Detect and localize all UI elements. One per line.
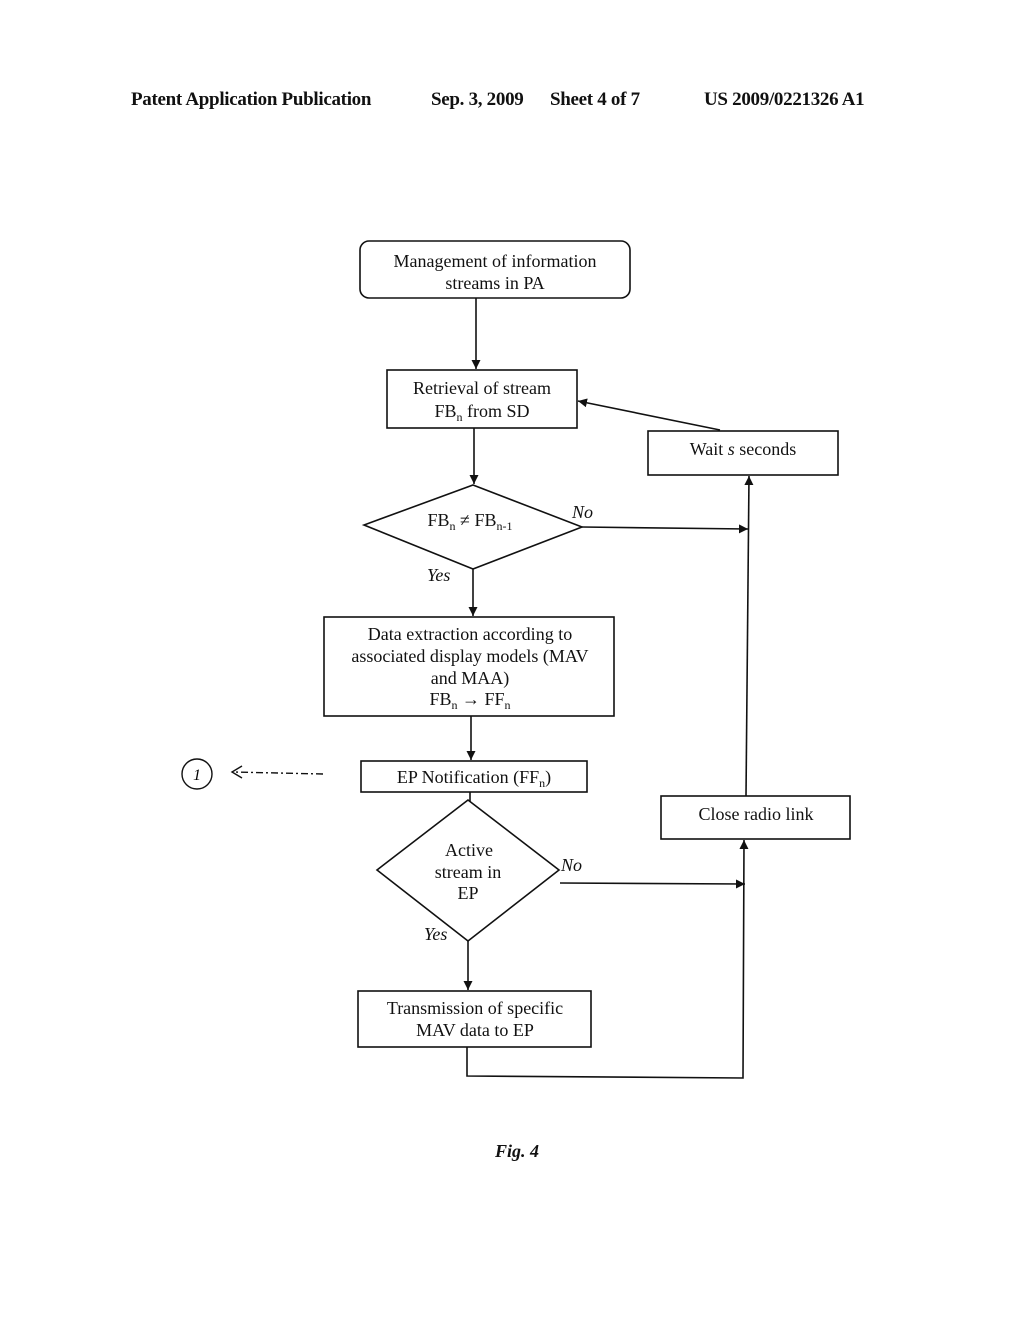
node-notification-text: EP Notification (FFn): [397, 767, 551, 790]
node-close-radio-text: Close radio link: [699, 804, 814, 824]
node-extraction-line1: Data extraction according to: [368, 624, 572, 644]
node-extraction: Data extraction according to associated …: [323, 616, 615, 717]
node-transmission-line1: Transmission of specific: [387, 998, 563, 1018]
edge-wait-retrieval: [577, 398, 721, 431]
node-management-line1: Management of information: [394, 251, 597, 271]
node-extraction-formula: FBn → FFn: [429, 689, 510, 712]
node-transmission-line2: MAV data to EP: [416, 1020, 534, 1040]
connector-1-label: 1: [193, 767, 201, 784]
edge-decision1-no: [581, 524, 749, 534]
node-transmission: Transmission of specific MAV data to EP: [357, 990, 592, 1048]
edge-decision2-no: [559, 879, 746, 889]
node-decision-active: Active stream in EP: [375, 798, 561, 943]
edge-label-d2-yes: Yes: [424, 924, 447, 944]
decision-active-line1: Active: [445, 840, 493, 860]
connector-1: 1: [181, 758, 213, 790]
edge-notification-connector: [231, 771, 324, 775]
node-decision-changed: FBn ≠ FBn-1: [361, 484, 585, 570]
node-retrieval-line1: Retrieval of stream: [413, 378, 551, 398]
node-wait-text: Wait s seconds: [690, 439, 797, 459]
node-wait: Wait s seconds: [647, 430, 839, 476]
edge-label-d1-no: No: [571, 502, 593, 522]
node-notification: EP Notification (FFn): [360, 760, 588, 793]
node-management: Management of information streams in PA: [359, 240, 631, 299]
node-close-radio: Close radio link: [660, 795, 851, 840]
node-extraction-line3: and MAA): [431, 668, 510, 689]
node-retrieval: Retrieval of stream FBn from SD: [386, 369, 578, 429]
edge-label-d1-yes: Yes: [427, 565, 450, 585]
figure-caption: Fig. 4: [494, 1141, 539, 1161]
edge-label-d2-no: No: [560, 855, 582, 875]
flowchart: Management of information streams in PA …: [181, 240, 851, 1161]
decision-active-line3: EP: [457, 883, 478, 903]
edge-close-wait: [744, 475, 754, 797]
node-retrieval-line2: FBn from SD: [434, 401, 529, 424]
node-management-line2: streams in PA: [445, 273, 544, 293]
decision-active-line2: stream in: [435, 862, 501, 882]
node-extraction-line2: associated display models (MAV: [351, 646, 588, 667]
